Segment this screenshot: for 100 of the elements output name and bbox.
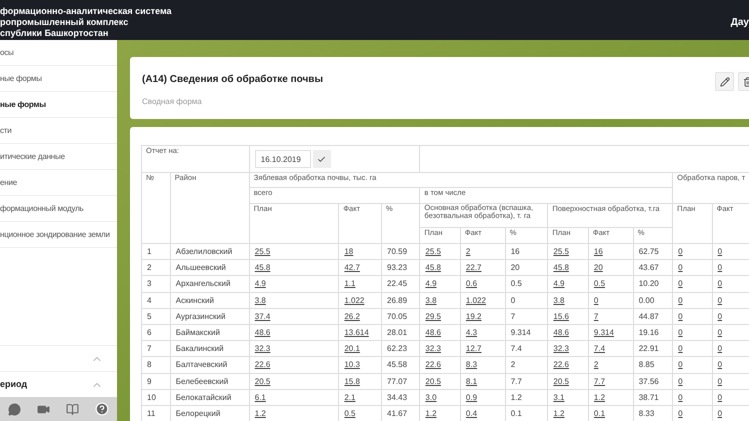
date-field[interactable]: 16.10.2019	[254, 150, 311, 168]
value-link[interactable]: 2	[466, 247, 470, 256]
value-link[interactable]: 1.1	[344, 279, 356, 288]
row-number: 4	[147, 296, 152, 305]
value-link[interactable]: 0.6	[466, 279, 478, 288]
value-link[interactable]: 4.9	[553, 279, 564, 288]
value-link[interactable]: 22.6	[254, 360, 270, 370]
value-link[interactable]: 0	[678, 263, 683, 272]
value-link[interactable]: 0	[678, 247, 683, 256]
value-link[interactable]: 8.3	[466, 360, 478, 370]
value-link[interactable]: 1.2	[594, 392, 606, 402]
value-link[interactable]: 0	[718, 296, 722, 305]
value-link[interactable]: 1.2	[425, 408, 437, 418]
value-link[interactable]: 4.3	[466, 328, 478, 338]
value-link[interactable]: 6.1	[254, 392, 266, 402]
help-icon[interactable]	[95, 402, 109, 416]
value-link[interactable]: 3.8	[425, 296, 437, 305]
value-link[interactable]: 0.5	[344, 408, 356, 418]
value-link[interactable]: 7.4	[594, 344, 606, 354]
value-link[interactable]: 0	[678, 344, 683, 354]
value-link[interactable]: 20.5	[254, 376, 270, 386]
percent-value: 0.5	[510, 279, 522, 288]
value-link[interactable]: 3.1	[553, 392, 564, 402]
value-link[interactable]: 32.3	[254, 344, 270, 354]
value-link[interactable]: 48.6	[254, 328, 270, 338]
value-link[interactable]: 0	[718, 312, 722, 321]
value-link[interactable]: 20	[594, 263, 603, 272]
value-link[interactable]: 0.4	[466, 408, 478, 418]
value-link[interactable]: 16	[594, 247, 603, 256]
district-name: Абзелиловский	[176, 247, 232, 256]
value-link[interactable]: 8.1	[466, 376, 478, 386]
value-link[interactable]: 0	[718, 279, 722, 288]
value-link[interactable]: 37.4	[254, 312, 270, 321]
percent-value: 7.4	[510, 344, 522, 354]
row-number: 2	[147, 263, 152, 272]
district-name: Архангельский	[176, 279, 230, 288]
value-link[interactable]: 25.5	[254, 247, 270, 256]
value-link[interactable]: 1.2	[254, 408, 266, 418]
row-number: 3	[147, 279, 152, 288]
value-link[interactable]: 0	[678, 279, 683, 288]
row-number: 9	[147, 376, 152, 386]
value-link[interactable]: 7.7	[594, 376, 606, 386]
value-link[interactable]: 0	[718, 376, 722, 386]
value-link[interactable]: 1.2	[553, 408, 564, 418]
user-name[interactable]: Дау	[730, 0, 749, 30]
percent-value: 41.67	[387, 408, 408, 418]
video-camera-icon[interactable]	[37, 402, 50, 416]
district-name: Белебеевский	[176, 376, 228, 386]
value-link[interactable]: 0	[718, 408, 722, 418]
value-link[interactable]: 0.5	[594, 279, 606, 288]
value-link[interactable]: 0	[678, 296, 683, 305]
percent-value: 22.91	[638, 344, 659, 354]
percent-value: 62.75	[638, 247, 659, 256]
system-title: формационно-аналитическая система	[0, 6, 172, 17]
value-link[interactable]: 0	[678, 392, 683, 402]
value-link[interactable]: 3.0	[425, 392, 437, 402]
value-link[interactable]: 0	[678, 312, 683, 321]
value-link[interactable]: 0.1	[594, 408, 606, 418]
value-link[interactable]: 0	[678, 376, 683, 386]
value-link[interactable]: 4.9	[425, 279, 437, 288]
percent-value: 22.45	[387, 279, 408, 288]
district-name: Бакалинский	[176, 344, 224, 354]
value-link[interactable]: 0	[594, 296, 598, 305]
value-link[interactable]: 0	[718, 263, 722, 272]
value-link[interactable]: 0	[678, 360, 683, 370]
book-icon[interactable]	[66, 402, 79, 416]
percent-value: 34.43	[387, 392, 408, 402]
percent-value: 37.56	[638, 376, 659, 386]
value-link[interactable]: 0	[678, 408, 683, 418]
value-link[interactable]: 0	[718, 360, 722, 370]
value-link[interactable]: 7	[594, 312, 598, 321]
value-link[interactable]: 0	[718, 344, 722, 354]
percent-value: 43.67	[638, 263, 659, 272]
value-link[interactable]: 0	[678, 328, 683, 338]
page-title: (А14) Сведения об обработке почвы	[142, 73, 323, 87]
percent-value: 10.20	[638, 279, 659, 288]
value-link[interactable]: 45.8	[254, 263, 270, 272]
value-link[interactable]: 3.8	[553, 296, 564, 305]
value-link[interactable]: 0	[718, 392, 722, 402]
confirm-button[interactable]	[312, 150, 331, 168]
value-link[interactable]: 2.1	[344, 392, 356, 402]
system-title: ропромышленный комплекс	[0, 17, 130, 28]
district-name: Аскинский	[176, 296, 214, 305]
percent-value: 9.314	[510, 328, 531, 338]
percent-value: 8.85	[638, 360, 654, 370]
chat-icon[interactable]	[8, 402, 21, 416]
percent-value: 19.16	[638, 328, 659, 338]
row-number: 8	[147, 360, 152, 370]
value-link[interactable]: 3.8	[254, 296, 266, 305]
district-name: Белокатайский	[176, 392, 232, 402]
value-link[interactable]: 0.9	[466, 392, 478, 402]
value-link[interactable]: 0	[718, 247, 722, 256]
value-link[interactable]: 18	[344, 247, 354, 256]
value-link[interactable]: 0	[718, 328, 722, 338]
percent-value: 16	[510, 247, 520, 256]
edit-button[interactable]	[715, 72, 734, 91]
value-link[interactable]: 2	[594, 360, 598, 370]
row-number: 10	[147, 392, 156, 402]
value-link[interactable]: 4.9	[254, 279, 266, 288]
percent-value: 93.23	[387, 263, 408, 272]
